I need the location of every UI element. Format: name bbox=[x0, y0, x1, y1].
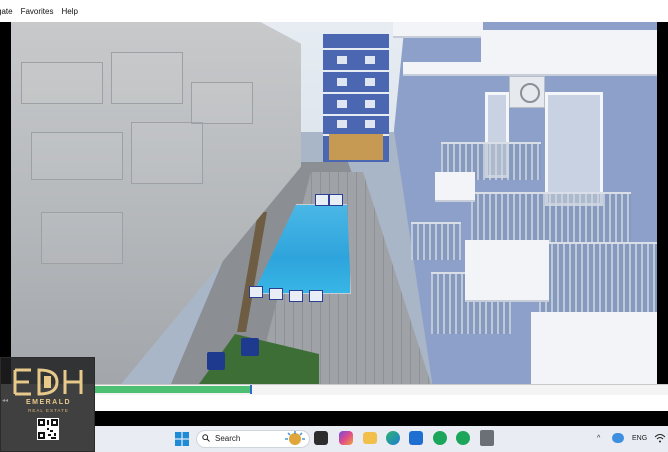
language-indicator[interactable]: ENG bbox=[632, 435, 647, 442]
video-lounger bbox=[315, 194, 329, 206]
video-lounger bbox=[329, 194, 343, 206]
whatsapp-business-icon[interactable] bbox=[456, 431, 470, 445]
brand-logo-icon bbox=[13, 368, 83, 396]
menu-item-help[interactable]: Help bbox=[57, 7, 81, 16]
qr-code-icon bbox=[37, 418, 59, 440]
player-status-strip bbox=[95, 411, 668, 426]
video-balcony bbox=[393, 22, 483, 38]
progress-fill bbox=[95, 386, 250, 393]
progress-thumb[interactable] bbox=[250, 385, 252, 394]
video-lobby bbox=[329, 134, 383, 160]
video-railing bbox=[411, 222, 461, 260]
tray-overflow-icon[interactable]: ^ bbox=[597, 435, 600, 442]
search-icon bbox=[202, 434, 210, 442]
video-lounger bbox=[249, 286, 263, 298]
onedrive-icon[interactable] bbox=[612, 433, 624, 443]
copilot-icon[interactable] bbox=[339, 431, 353, 445]
video-umbrella bbox=[207, 352, 225, 370]
video-railing bbox=[471, 192, 631, 244]
menu-item-favorites[interactable]: Favorites bbox=[17, 7, 58, 16]
menu-bar: gate Favorites Help bbox=[0, 0, 668, 22]
video-player-taskbar-icon[interactable] bbox=[480, 430, 494, 446]
edge-browser-icon[interactable] bbox=[386, 431, 400, 445]
video-lounger bbox=[269, 288, 283, 300]
video-balcony bbox=[481, 30, 657, 76]
video-balcony bbox=[531, 312, 657, 384]
player-controls bbox=[95, 395, 668, 411]
video-frame[interactable] bbox=[11, 22, 657, 384]
brand-tagline: REAL ESTATE bbox=[28, 408, 69, 413]
search-highlight-icon bbox=[285, 431, 305, 445]
file-explorer-icon[interactable] bbox=[363, 432, 377, 444]
video-balcony-door bbox=[545, 92, 603, 206]
video-lounger bbox=[309, 290, 323, 302]
video-umbrella bbox=[241, 338, 259, 356]
video-balcony bbox=[435, 172, 475, 202]
video-balcony bbox=[403, 62, 493, 76]
left-arrow-icon: ◂◂ bbox=[2, 398, 9, 404]
task-view-icon[interactable] bbox=[314, 431, 328, 445]
menu-item-navigate[interactable]: gate bbox=[0, 7, 17, 16]
whatsapp-icon[interactable] bbox=[433, 431, 447, 445]
search-label: Search bbox=[215, 434, 241, 443]
brand-watermark: EMERALD REAL ESTATE ◂◂ bbox=[0, 357, 95, 452]
store-icon[interactable] bbox=[409, 431, 423, 445]
screen: gate Favorites Help bbox=[0, 0, 668, 452]
video-balcony bbox=[465, 240, 549, 302]
wifi-icon[interactable] bbox=[654, 433, 666, 443]
brand-name: EMERALD bbox=[25, 399, 72, 406]
video-air-conditioner bbox=[509, 76, 545, 108]
video-lounger bbox=[289, 290, 303, 302]
windows-start-icon[interactable] bbox=[175, 432, 189, 446]
